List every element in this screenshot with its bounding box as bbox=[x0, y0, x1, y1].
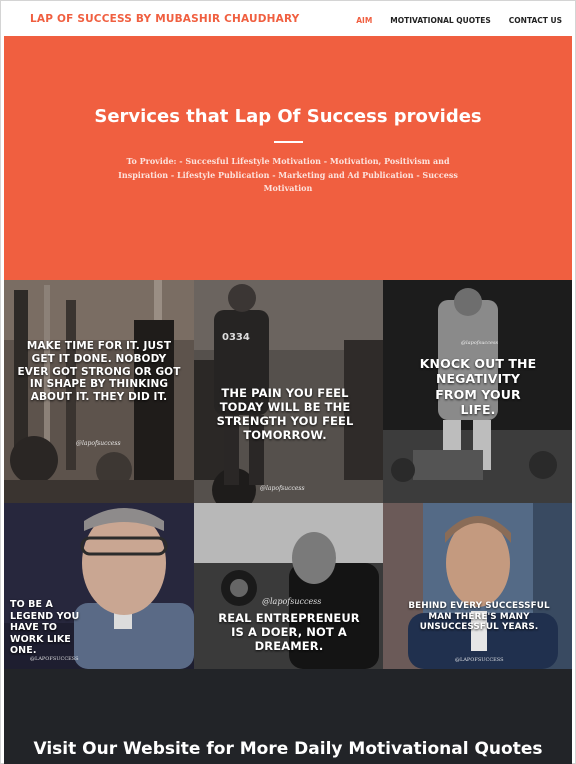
gallery-tile-pain[interactable]: 0334 THE PAIN YOU FEEL TODAY WILL BE THE… bbox=[194, 280, 383, 503]
brand-link[interactable]: LAP OF SUCCESS BY MUBASHIR CHAUDHARY bbox=[30, 13, 299, 25]
svg-text:0334: 0334 bbox=[222, 332, 250, 343]
quote-gallery: MAKE TIME FOR IT. JUST GET IT DONE. NOBO… bbox=[4, 280, 572, 669]
nav-link-motivational-quotes[interactable]: MOTIVATIONAL QUOTES bbox=[390, 16, 491, 25]
gallery-tile-entrepreneur[interactable]: @lapofsuccess REAL ENTREPRENEUR IS A DOE… bbox=[194, 503, 383, 669]
gallery-tile-legend[interactable]: TO BE A LEGEND YOU HAVE TO WORK LIKE ONE… bbox=[4, 503, 194, 669]
quote-caption: KNOCK OUT THE NEGATIVITY FROM YOUR LIFE. bbox=[419, 356, 537, 417]
quote-caption: REAL ENTREPRENEUR IS A DOER, NOT A DREAM… bbox=[218, 611, 360, 654]
watermark: @lapofsuccess bbox=[76, 440, 121, 447]
gallery-tile-boxing[interactable]: KNOCK OUT THE NEGATIVITY FROM YOUR LIFE.… bbox=[383, 280, 572, 503]
quote-caption: BEHIND EVERY SUCCESSFUL MAN THERE'S MANY… bbox=[408, 601, 550, 633]
services-section: Services that Lap Of Success provides To… bbox=[4, 36, 572, 280]
watermark: @LAPOFSUCCESS bbox=[455, 657, 504, 663]
watermark: @LAPOFSUCCESS bbox=[30, 656, 79, 662]
nav-link-contact-us[interactable]: CONTACT US bbox=[509, 16, 562, 25]
gallery-tile-gym[interactable]: MAKE TIME FOR IT. JUST GET IT DONE. NOBO… bbox=[4, 280, 194, 503]
watermark: @lapofsuccess bbox=[260, 485, 305, 492]
cta-section: Visit Our Website for More Daily Motivat… bbox=[4, 669, 572, 764]
actor-photo bbox=[383, 503, 572, 669]
services-description: To Provide: - Succesful Lifestyle Motiva… bbox=[118, 156, 458, 193]
quote-caption: TO BE A LEGEND YOU HAVE TO WORK LIKE ONE… bbox=[10, 599, 80, 657]
gallery-tile-successful-man[interactable]: BEHIND EVERY SUCCESSFUL MAN THERE'S MANY… bbox=[383, 503, 572, 669]
quote-caption: MAKE TIME FOR IT. JUST GET IT DONE. NOBO… bbox=[17, 340, 181, 404]
title-divider bbox=[274, 141, 303, 143]
services-title: Services that Lap Of Success provides bbox=[94, 106, 482, 127]
watermark: @lapofsuccess bbox=[262, 597, 322, 606]
watermark: @lapofsuccess bbox=[461, 340, 499, 346]
cta-title: Visit Our Website for More Daily Motivat… bbox=[33, 739, 543, 759]
navbar: LAP OF SUCCESS BY MUBASHIR CHAUDHARY AIM… bbox=[4, 4, 572, 36]
nav-link-aim[interactable]: AIM bbox=[356, 16, 372, 25]
quote-caption: THE PAIN YOU FEEL TODAY WILL BE THE STRE… bbox=[216, 386, 354, 443]
nav-links: AIM MOTIVATIONAL QUOTES CONTACT US bbox=[338, 4, 562, 36]
